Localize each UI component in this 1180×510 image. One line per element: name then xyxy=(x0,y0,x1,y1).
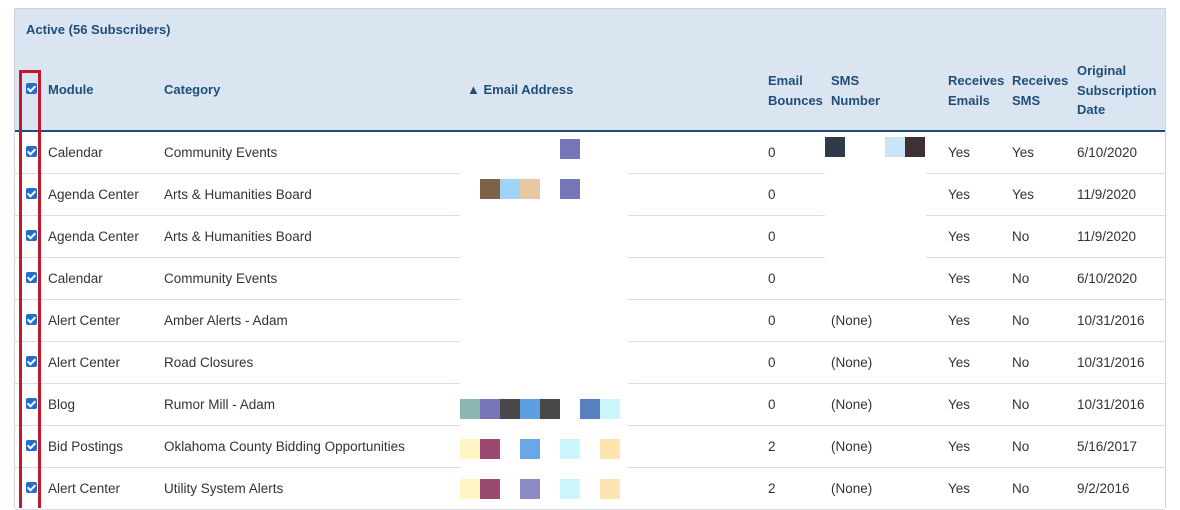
category-cell: Community Events xyxy=(164,145,278,160)
receives-emails-cell: Yes xyxy=(948,229,971,244)
receives-sms-cell: Yes xyxy=(1012,187,1035,202)
original-date-cell: 10/31/2016 xyxy=(1077,313,1145,328)
email-bounces-cell: 2 xyxy=(768,481,776,496)
email-bounces-cell: 0 xyxy=(768,355,776,370)
subscribers-panel: Active (56 Subscribers) Module Category … xyxy=(14,8,1166,510)
category-cell: Arts & Humanities Board xyxy=(164,187,312,202)
checkbox-column-highlight xyxy=(19,70,41,508)
category-cell: Community Events xyxy=(164,271,278,286)
receives-emails-cell: Yes xyxy=(948,313,971,328)
module-cell: Alert Center xyxy=(48,355,121,370)
column-header-email-address[interactable]: ▲ Email Address xyxy=(467,80,573,100)
category-cell: Amber Alerts - Adam xyxy=(164,313,288,328)
column-header-email-bounces[interactable]: Email Bounces xyxy=(768,71,823,110)
receives-sms-cell: No xyxy=(1012,481,1030,496)
email-bounces-cell: 0 xyxy=(768,313,776,328)
category-cell: Road Closures xyxy=(164,355,254,370)
sms-number-cell: (None) xyxy=(831,439,873,454)
original-date-cell: 10/31/2016 xyxy=(1077,397,1145,412)
column-header-category[interactable]: Category xyxy=(164,80,220,100)
receives-emails-cell: Yes xyxy=(948,439,971,454)
receives-emails-cell: Yes xyxy=(948,355,971,370)
receives-sms-cell: No xyxy=(1012,271,1030,286)
original-date-cell: 9/2/2016 xyxy=(1077,481,1130,496)
receives-emails-cell: Yes xyxy=(948,145,971,160)
receives-sms-cell: No xyxy=(1012,355,1030,370)
section-title: Active (56 Subscribers) xyxy=(26,22,171,37)
category-cell: Oklahoma County Bidding Opportunities xyxy=(164,439,405,454)
module-cell: Agenda Center xyxy=(48,187,139,202)
receives-sms-cell: No xyxy=(1012,397,1030,412)
email-bounces-cell: 0 xyxy=(768,397,776,412)
email-bounces-cell: 0 xyxy=(768,187,776,202)
module-cell: Alert Center xyxy=(48,313,121,328)
original-date-cell: 6/10/2020 xyxy=(1077,271,1138,286)
module-cell: Alert Center xyxy=(48,481,121,496)
column-header-original-date[interactable]: Original Subscription Date xyxy=(1077,61,1156,120)
receives-sms-cell: No xyxy=(1012,313,1030,328)
original-date-cell: 11/9/2020 xyxy=(1077,229,1137,244)
email-bounces-cell: 0 xyxy=(768,145,776,160)
column-header-receives-sms[interactable]: Receives SMS xyxy=(1012,71,1068,110)
column-header-receives-emails[interactable]: Receives Emails xyxy=(948,71,1004,110)
module-cell: Agenda Center xyxy=(48,229,139,244)
category-cell: Arts & Humanities Board xyxy=(164,229,312,244)
original-date-cell: 6/10/2020 xyxy=(1077,145,1138,160)
email-bounces-cell: 0 xyxy=(768,229,776,244)
sms-number-cell: (None) xyxy=(831,355,873,370)
original-date-cell: 10/31/2016 xyxy=(1077,355,1145,370)
module-cell: Bid Postings xyxy=(48,439,124,454)
sms-number-cell: (None) xyxy=(831,397,873,412)
module-cell: Blog xyxy=(48,397,76,412)
module-cell: Calendar xyxy=(48,271,103,286)
category-cell: Rumor Mill - Adam xyxy=(164,397,276,412)
receives-sms-cell: Yes xyxy=(1012,145,1035,160)
table-header: Active (56 Subscribers) Module Category … xyxy=(15,9,1165,132)
column-header-sms-number[interactable]: SMS Number xyxy=(831,71,880,110)
category-cell: Utility System Alerts xyxy=(164,481,284,496)
original-date-cell: 11/9/2020 xyxy=(1077,187,1137,202)
sms-number-cell: (None) xyxy=(831,481,873,496)
receives-sms-cell: No xyxy=(1012,229,1030,244)
email-bounces-cell: 0 xyxy=(768,271,776,286)
original-date-cell: 5/16/2017 xyxy=(1077,439,1138,454)
module-cell: Calendar xyxy=(48,145,103,160)
receives-emails-cell: Yes xyxy=(948,187,971,202)
email-bounces-cell: 2 xyxy=(768,439,776,454)
receives-emails-cell: Yes xyxy=(948,397,971,412)
receives-emails-cell: Yes xyxy=(948,271,971,286)
column-header-module[interactable]: Module xyxy=(48,80,94,100)
receives-sms-cell: No xyxy=(1012,439,1030,454)
sms-number-cell: (None) xyxy=(831,313,873,328)
receives-emails-cell: Yes xyxy=(948,481,971,496)
